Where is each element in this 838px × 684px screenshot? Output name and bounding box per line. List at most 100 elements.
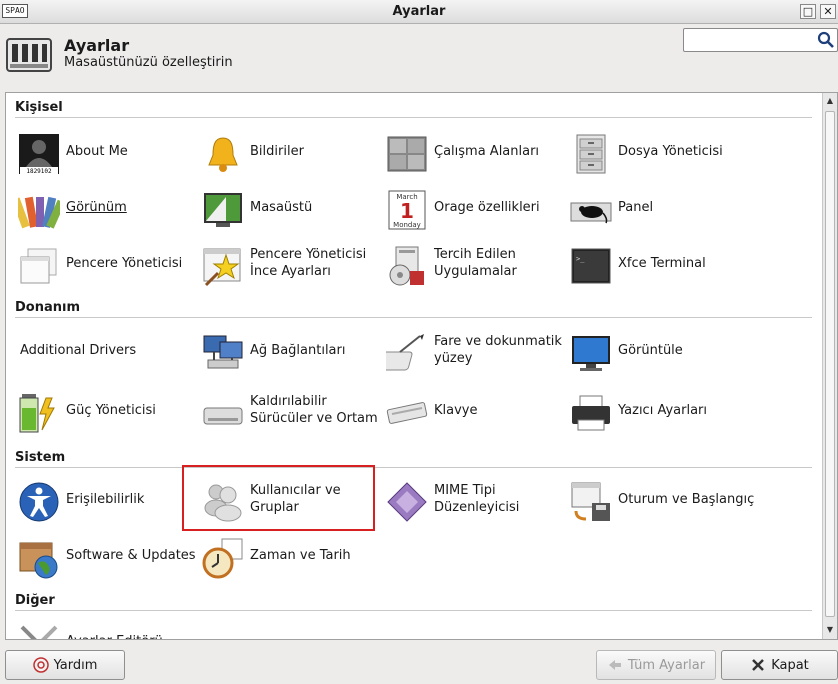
item-ayarlar-editoru[interactable]: Ayarlar Editörü bbox=[18, 615, 202, 639]
item-erisilebilirlik[interactable]: Erişilebilirlik bbox=[18, 473, 202, 525]
item-pencere-ince-ayarlari[interactable]: Pencere Yöneticisi İnce Ayarları bbox=[202, 237, 386, 289]
workspaces-icon bbox=[387, 136, 427, 172]
item-xfce-terminal[interactable]: >_ Xfce Terminal bbox=[570, 237, 754, 289]
page-subtitle: Masaüstünüzü özelleştirin bbox=[64, 55, 233, 70]
item-label: Oturum ve Başlangıç bbox=[618, 491, 755, 507]
item-label: Xfce Terminal bbox=[618, 255, 706, 271]
section-divider bbox=[15, 467, 812, 468]
section-kisisel: Kişisel bbox=[15, 100, 63, 115]
terminal-icon: >_ bbox=[571, 248, 611, 284]
calendar-icon: March 1 Monday bbox=[388, 190, 426, 230]
monitor-icon bbox=[572, 336, 610, 371]
scroll-up-icon[interactable]: ▲ bbox=[823, 94, 837, 108]
bell-icon bbox=[208, 137, 238, 172]
item-label: Panel bbox=[618, 199, 654, 215]
mouse-touchpad-icon bbox=[386, 334, 424, 371]
item-mime[interactable]: MIME Tipi Düzenleyicisi bbox=[386, 473, 570, 525]
item-label: Fare ve dokunmatik yüzey bbox=[434, 334, 562, 366]
scroll-down-icon[interactable]: ▼ bbox=[823, 623, 837, 637]
item-label: Güç Yöneticisi bbox=[66, 402, 156, 418]
all-settings-label: Tüm Ayarlar bbox=[627, 657, 706, 673]
section-divider bbox=[15, 117, 812, 118]
close-x-icon bbox=[752, 659, 765, 671]
item-oturum[interactable]: Oturum ve Başlangıç bbox=[570, 473, 754, 525]
close-button[interactable]: Kapat bbox=[721, 650, 838, 680]
item-panel[interactable]: Panel bbox=[570, 181, 754, 233]
item-label: Tercih Edilen Uygulamalar bbox=[434, 247, 517, 279]
item-masaustu[interactable]: Masaüstü bbox=[202, 181, 386, 233]
item-about-me[interactable]: 1829102 About Me bbox=[18, 125, 202, 177]
item-label: Çalışma Alanları bbox=[434, 143, 540, 159]
item-additional-drivers[interactable]: Additional Drivers bbox=[18, 324, 202, 376]
item-label: Orage özellikleri bbox=[434, 199, 540, 215]
settings-manager-icon bbox=[6, 38, 52, 72]
item-dosya-yoneticisi[interactable]: Dosya Yöneticisi bbox=[570, 125, 754, 177]
item-bildiriler[interactable]: Bildiriler bbox=[202, 125, 386, 177]
battery-icon bbox=[19, 394, 55, 433]
item-label: Software & Updates bbox=[66, 547, 196, 563]
item-label: Kaldırılabilir Sürücüler ve Ortam bbox=[250, 394, 378, 426]
item-pencere-yoneticisi[interactable]: Pencere Yöneticisi bbox=[18, 237, 202, 289]
item-label: About Me bbox=[66, 143, 128, 159]
clock-icon bbox=[202, 538, 243, 579]
vertical-scrollbar[interactable]: ▲ ▼ bbox=[822, 93, 837, 639]
about-me-icon: 1829102 bbox=[19, 134, 59, 175]
desktop-icon bbox=[204, 193, 242, 227]
section-divider bbox=[15, 317, 812, 318]
file-cabinet-icon bbox=[576, 134, 606, 174]
back-arrow-icon bbox=[608, 660, 621, 670]
section-diger: Diğer bbox=[15, 593, 55, 608]
accessibility-icon bbox=[19, 482, 59, 522]
help-icon bbox=[32, 657, 49, 673]
item-label: Görüntüle bbox=[618, 342, 683, 358]
item-label: Klavye bbox=[434, 402, 478, 418]
color-palette-icon bbox=[18, 196, 60, 229]
item-label: MIME Tipi Düzenleyicisi bbox=[434, 483, 520, 515]
item-label: Masaüstü bbox=[250, 199, 313, 215]
page-title: Ayarlar bbox=[64, 36, 130, 55]
session-startup-icon bbox=[571, 482, 610, 521]
scrollbar-thumb[interactable] bbox=[825, 111, 835, 617]
item-goruntule[interactable]: Görüntüle bbox=[570, 324, 754, 376]
mime-type-icon bbox=[387, 482, 427, 522]
settings-editor-icon bbox=[20, 625, 58, 639]
about-me-badge: 1829102 bbox=[26, 168, 52, 175]
item-kaldirilabilir[interactable]: Kaldırılabilir Sürücüler ve Ortam bbox=[202, 384, 386, 436]
printer-icon bbox=[572, 395, 610, 431]
svg-text:Monday: Monday bbox=[393, 221, 421, 229]
search-input[interactable] bbox=[683, 28, 838, 52]
item-label: Zaman ve Tarih bbox=[250, 547, 351, 563]
help-button[interactable]: Yardım bbox=[5, 650, 125, 680]
item-fare[interactable]: Fare ve dokunmatik yüzey bbox=[386, 324, 570, 376]
preferred-apps-icon bbox=[389, 246, 424, 286]
selection-highlight bbox=[182, 465, 375, 531]
svg-text:>_: >_ bbox=[576, 255, 585, 263]
item-guc[interactable]: Güç Yöneticisi bbox=[18, 384, 202, 436]
section-donanim: Donanım bbox=[15, 300, 81, 315]
item-yazici[interactable]: Yazıcı Ayarları bbox=[570, 384, 754, 436]
item-calisma-alanlari[interactable]: Çalışma Alanları bbox=[386, 125, 570, 177]
search-icon[interactable] bbox=[817, 31, 835, 49]
close-icon[interactable]: ✕ bbox=[820, 4, 836, 19]
item-ag-baglantilari[interactable]: Ağ Bağlantıları bbox=[202, 324, 386, 376]
item-gorunum[interactable]: Görünüm bbox=[18, 181, 202, 233]
item-klavye[interactable]: Klavye bbox=[386, 384, 570, 436]
item-orage[interactable]: March 1 Monday Orage özellikleri bbox=[386, 181, 570, 233]
item-label: Pencere Yöneticisi bbox=[66, 255, 183, 271]
item-label: Pencere Yöneticisi İnce Ayarları bbox=[250, 247, 367, 279]
settings-panel[interactable]: Kişisel 1829102 About Me Bildiriler Çalı… bbox=[5, 92, 838, 640]
item-label: Bildiriler bbox=[250, 143, 304, 159]
item-tercih-edilen[interactable]: Tercih Edilen Uygulamalar bbox=[386, 237, 570, 289]
window-titlebar: SPAO Ayarlar □ ✕ bbox=[0, 0, 838, 24]
network-icon bbox=[203, 335, 243, 369]
dialog-footer: Yardım Tüm Ayarlar Kapat bbox=[0, 640, 838, 684]
item-label: Yazıcı Ayarları bbox=[618, 402, 707, 418]
all-settings-button[interactable]: Tüm Ayarlar bbox=[596, 650, 716, 680]
maximize-icon[interactable]: □ bbox=[800, 4, 816, 19]
item-zaman[interactable]: Zaman ve Tarih bbox=[202, 529, 386, 581]
item-label: Additional Drivers bbox=[20, 342, 137, 358]
svg-text:1: 1 bbox=[400, 199, 414, 223]
item-label: Görünüm bbox=[66, 199, 127, 215]
item-software[interactable]: Software & Updates bbox=[18, 529, 202, 581]
item-label: Ağ Bağlantıları bbox=[250, 342, 346, 358]
